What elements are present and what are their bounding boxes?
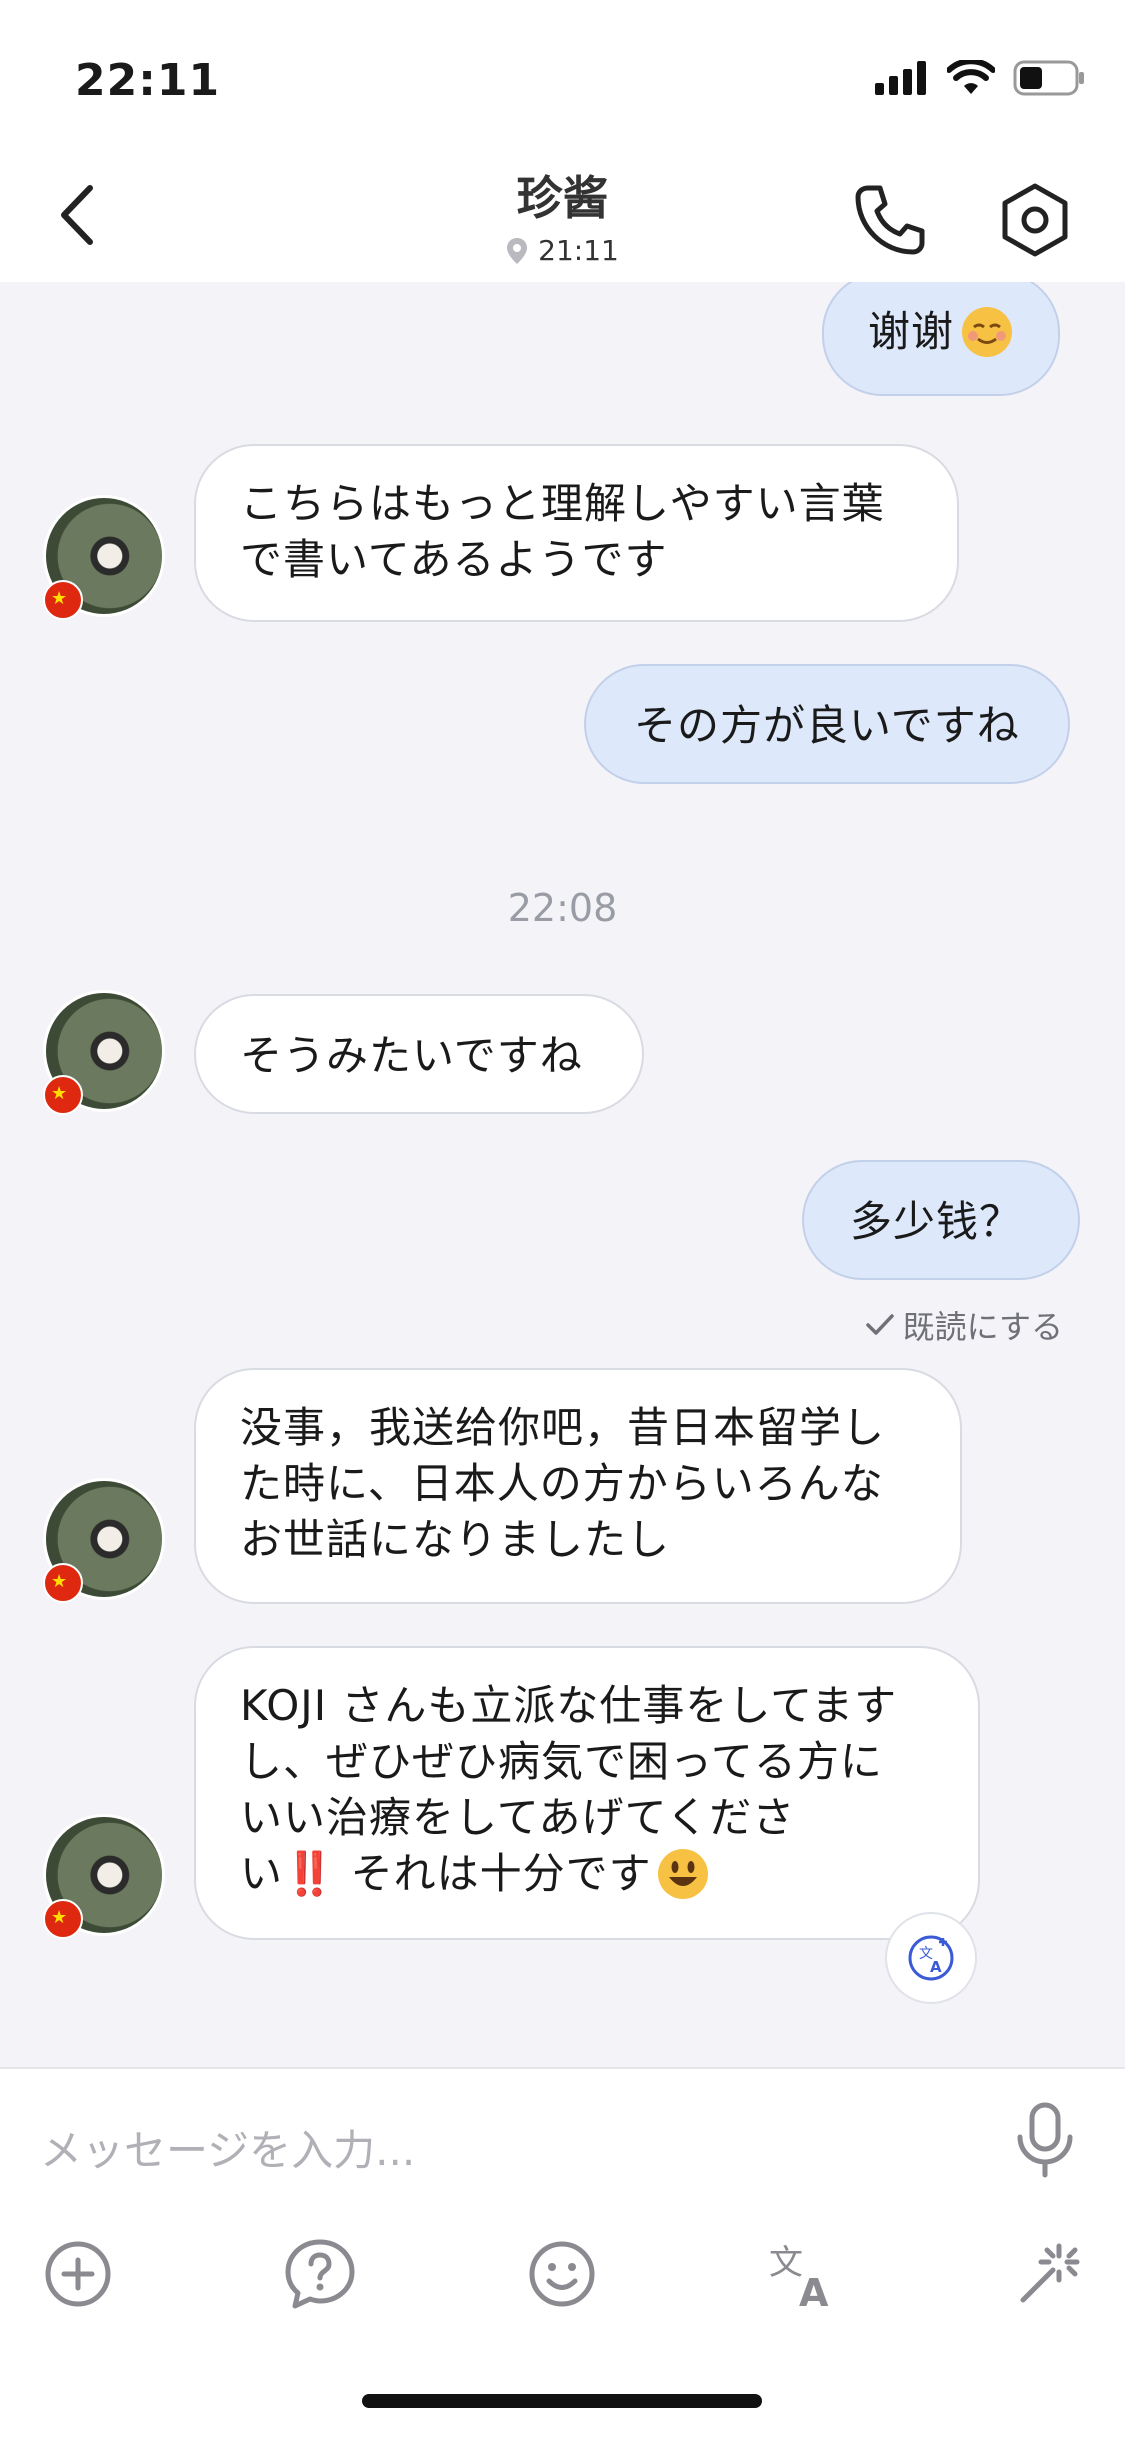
composer-toolbar: 文 A [0,2234,1125,2334]
china-flag-badge: ★ [43,1899,83,1939]
read-receipt: 既読にする [865,1302,1063,1348]
translate-button[interactable]: 文 A [765,2234,845,2315]
microphone-icon [1017,2102,1073,2178]
battery-icon [1013,60,1084,96]
incoming-message[interactable]: そうみたいですね [194,994,644,1114]
emoji-button[interactable] [522,2234,602,2314]
question-bubble-icon [285,2239,355,2309]
china-flag-badge: ★ [43,580,83,620]
location-pin-icon [507,237,528,264]
contact-status: 21:11 [0,234,1125,267]
outgoing-message[interactable]: その方が良いですね [584,664,1070,784]
svg-text:文: 文 [769,2243,803,2283]
message-input[interactable] [38,2109,942,2191]
smiley-icon [529,2241,595,2307]
svg-text:A: A [799,2271,829,2314]
signal-icon [875,61,926,95]
smiley-emoji [657,1848,708,1899]
call-button[interactable] [850,180,930,260]
incoming-message[interactable]: 没事，我送给你吧，昔日本留学し た時に、日本人の方からいろんな お世話になりまし… [194,1368,962,1604]
incoming-message[interactable]: こちらはもっと理解しやすい言葉 で書いてあるようです [194,444,959,622]
contact-name: 珍酱 [516,171,609,225]
outgoing-message[interactable]: 多少钱？ [802,1160,1080,1280]
voice-input-button[interactable] [1010,2101,1080,2181]
phone-icon [855,185,925,255]
incoming-message[interactable]: KOJI さんも立派な仕事をしてます し、ぜひぜひ病気で困ってる方に いい治療を… [194,1646,980,1940]
status-bar: 22:11 [0,0,1125,150]
outgoing-message[interactable]: 谢谢 [822,282,1061,396]
china-flag-badge: ★ [43,1563,83,1603]
help-button[interactable] [280,2234,360,2314]
china-flag-badge: ★ [43,1075,83,1115]
message-list[interactable]: 谢谢 ★ こちらはもっと理解しやすい言葉 で書いてあるようです その方が良いです… [0,282,1125,2067]
translate-message-button[interactable]: 文 A [885,1912,977,2004]
attach-button[interactable] [38,2234,118,2314]
magic-wand-icon [1020,2243,1080,2303]
magic-button[interactable] [1007,2234,1087,2314]
check-icon [865,1314,894,1335]
wifi-icon [947,60,995,94]
time-separator: 22:08 [507,886,618,930]
translate-icon: 文 A [769,2243,829,2315]
message-composer: 文 A [0,2067,1125,2438]
status-time: 22:11 [75,55,221,106]
settings-hexagon-icon [1002,183,1068,257]
settings-button[interactable] [995,180,1075,260]
home-indicator [362,2394,762,2408]
relieved-face-emoji [962,306,1013,357]
contact-local-time: 21:11 [538,234,619,267]
chat-header: 珍酱 21:11 [0,150,1125,282]
plus-circle-icon [45,2241,111,2307]
svg-text:A: A [930,1958,942,1976]
status-icons [875,60,1085,96]
translate-icon: 文 A [908,1935,954,1981]
